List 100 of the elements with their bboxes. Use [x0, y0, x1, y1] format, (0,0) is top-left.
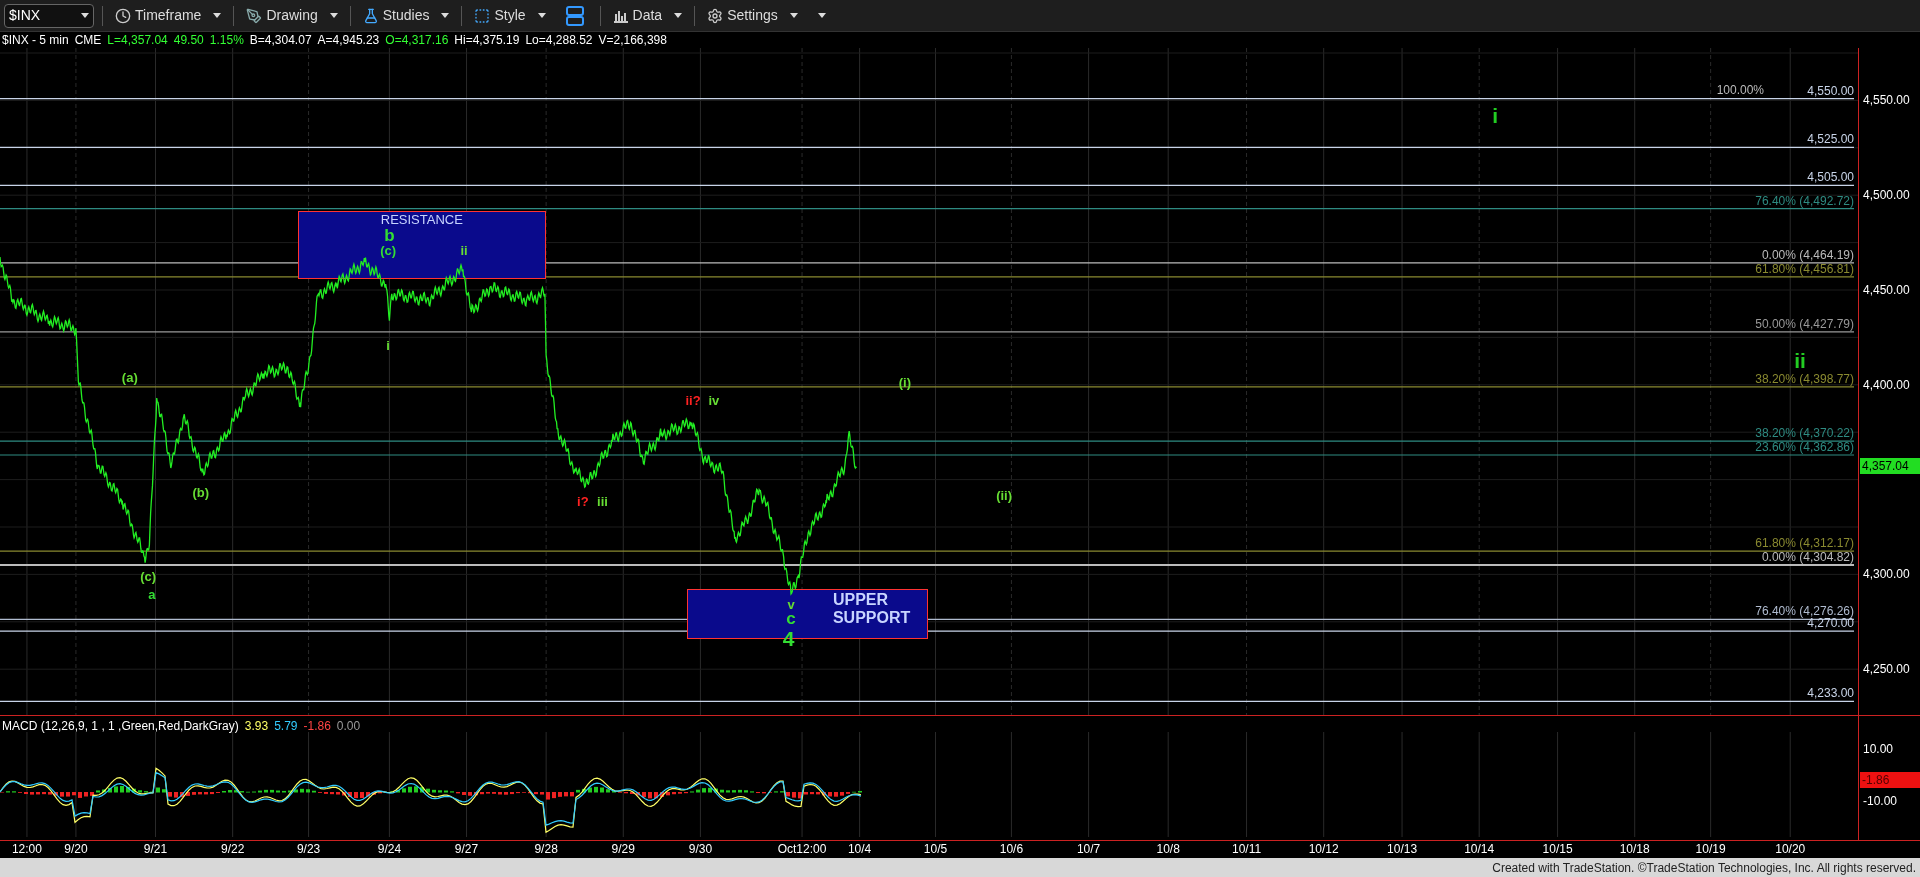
- wave-label: ii?: [685, 393, 701, 407]
- macd-value: 5.79: [274, 720, 298, 732]
- wave-label: i?: [577, 494, 589, 508]
- clock-icon: [115, 7, 131, 24]
- caret-icon: [817, 13, 826, 18]
- caret-icon: [329, 13, 338, 18]
- bar-chart-icon: [612, 8, 629, 23]
- flask-icon: [362, 7, 379, 24]
- macd-value: -1.86: [303, 720, 331, 732]
- macd-axis-label: 10.00: [1863, 743, 1894, 755]
- price-axis-label: 4,550.00: [1863, 94, 1910, 106]
- price-level-label: 4,505.00: [1807, 171, 1854, 185]
- date-axis-label: 9/29: [611, 843, 635, 855]
- toolbar-menu-button[interactable]: Drawing: [242, 5, 342, 26]
- wave-label: iv: [708, 393, 720, 407]
- macd-current-badge: -1.86: [1860, 772, 1920, 788]
- price-axis-label: 4,250.00: [1863, 663, 1910, 676]
- quote-value: Lo=4,288.52: [525, 34, 593, 46]
- wave-label: b: [384, 226, 395, 244]
- wave-label: (a): [121, 370, 138, 384]
- zone-label: SUPPORT: [832, 609, 911, 627]
- toolbar-menu-button[interactable]: Studies: [358, 5, 454, 26]
- wave-label: (ii): [996, 488, 1012, 502]
- quote-value: V=2,166,398: [598, 34, 667, 46]
- toolbar-menu-button[interactable]: Settings: [703, 5, 802, 26]
- quote-value: Hi=4,375.19: [454, 34, 520, 46]
- settings-icon: [707, 7, 724, 24]
- caret-icon: [789, 13, 798, 18]
- date-axis-label: 9/27: [454, 843, 479, 855]
- caret-icon: [537, 13, 546, 18]
- date-axis-label: 9/22: [220, 843, 245, 855]
- date-axis-label: 10/8: [1156, 843, 1180, 855]
- price-level-label: 100.00%: [1716, 84, 1764, 98]
- wave-label: ii: [1794, 349, 1806, 371]
- macd-value: 0.00: [336, 720, 361, 732]
- date-axis-label: 10/18: [1619, 843, 1650, 855]
- macd-axis-label: -10.00: [1863, 795, 1898, 807]
- price-axis-label: 4,400.00: [1863, 378, 1910, 391]
- toolbar-menu-button[interactable]: Style: [470, 5, 550, 26]
- date-axis-label: 10/6: [999, 843, 1024, 855]
- date-axis-label: 10/19: [1695, 843, 1726, 855]
- wave-label: (i): [898, 375, 912, 389]
- symbol-dropdown[interactable]: $INX: [4, 3, 94, 28]
- quote-value: 1.15%: [209, 34, 244, 46]
- date-axis-label: 10/11: [1231, 843, 1262, 855]
- footer-credit: Created with TradeStation. ©TradeStation Technologies, Inc. All rights reserved.: [1492, 859, 1916, 877]
- zone-label: RESISTANCE: [380, 211, 463, 227]
- wave-label: (c): [140, 569, 157, 582]
- current-price-badge: 4,357.04: [1860, 458, 1920, 475]
- quote-value: B=4,304.07: [249, 34, 312, 46]
- macd-title: MACD (12,26,9, 1 , 1 ,Green,Red,DarkGray): [2, 720, 239, 732]
- dashed-square-icon: [474, 7, 491, 24]
- date-axis-label: 10/12: [1308, 843, 1339, 855]
- price-level-label: 23.60% (4,362.86): [1755, 441, 1854, 454]
- toolbar-menu-button[interactable]: Data: [608, 5, 687, 26]
- quote-value: L=4,357.04: [107, 34, 168, 46]
- wave-label: iii: [597, 494, 608, 508]
- wave-label: a: [148, 587, 156, 601]
- quote-value: O=4,317.16: [385, 34, 449, 46]
- date-axis-label: 10/15: [1542, 843, 1573, 855]
- date-axis-label: 9/20: [64, 843, 88, 855]
- wave-label: ii: [460, 243, 468, 257]
- date-axis-label: 9/30: [688, 843, 713, 855]
- date-axis-label: 10/5: [923, 843, 948, 855]
- price-level-label: 4,525.00: [1807, 133, 1854, 147]
- price-level-label: 76.40% (4,492.72): [1755, 194, 1854, 208]
- price-level-label: 4,550.00: [1807, 84, 1854, 98]
- date-axis-label: 9/24: [377, 843, 402, 855]
- wave-label: (b): [192, 485, 210, 499]
- quote-value: A=4,945.23: [317, 34, 380, 46]
- price-level-label: 4,233.00: [1807, 687, 1854, 701]
- price-level-label: 0.00% (4,464.19): [1761, 248, 1854, 262]
- caret-icon: [81, 13, 89, 18]
- price-level-label: 38.20% (4,370.22): [1755, 427, 1854, 441]
- price-level-label: 4,270.00: [1807, 617, 1854, 631]
- price-level-label: 61.80% (4,312.17): [1755, 537, 1854, 551]
- date-axis-label: 10/7: [1076, 843, 1101, 855]
- zone-label: UPPER: [832, 591, 889, 609]
- date-axis-label: 12:00: [11, 843, 42, 855]
- price-level-label: 61.80% (4,456.81): [1755, 262, 1854, 276]
- quote-value: $INX - 5 min: [2, 34, 69, 46]
- macd-value: 3.93: [244, 720, 269, 732]
- price-level-label: 38.20% (4,398.77): [1755, 372, 1854, 386]
- wave-label: i: [1492, 104, 1499, 126]
- wave-label: (c): [380, 243, 397, 257]
- caret-icon: [441, 13, 450, 18]
- price-axis-label: 4,450.00: [1863, 283, 1910, 296]
- toolbar-menu-button[interactable]: Timeframe: [111, 5, 226, 26]
- wave-label: i: [386, 338, 390, 352]
- price-axis-label: 4,500.00: [1863, 188, 1910, 201]
- pen-icon: [246, 7, 263, 24]
- caret-icon: [674, 13, 683, 18]
- layout-icon[interactable]: [565, 5, 584, 26]
- wave-label: c: [786, 609, 796, 627]
- date-axis-label: 10/13: [1387, 843, 1418, 855]
- price-level-label: 0.00% (4,304.82): [1761, 551, 1854, 565]
- wave-label: v: [787, 597, 795, 611]
- price-level-label: 76.40% (4,276.26): [1755, 605, 1854, 619]
- date-axis-label: 9/21: [143, 843, 168, 855]
- date-axis-label: Oct12:00: [777, 843, 827, 855]
